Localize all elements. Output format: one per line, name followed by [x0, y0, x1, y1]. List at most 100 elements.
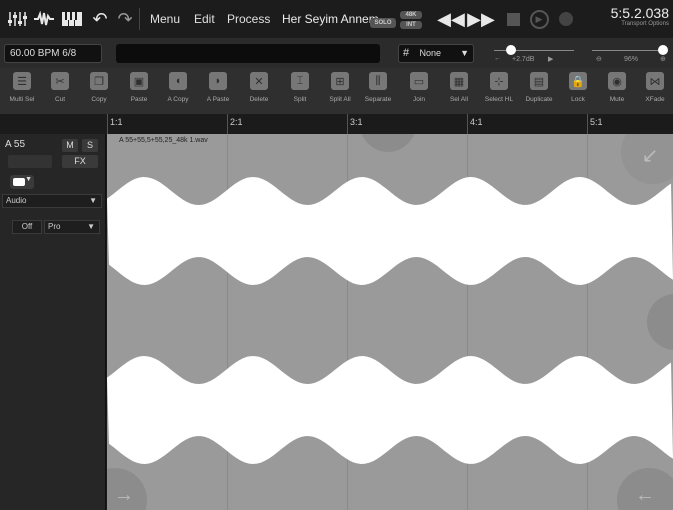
track-name[interactable]: A 55 — [5, 139, 25, 150]
gain-minus-icon[interactable]: ← — [494, 55, 501, 62]
tempo-field[interactable]: 60.00 BPM 6/8 — [4, 44, 102, 63]
audio-waveform[interactable] — [107, 134, 673, 510]
track-type-select[interactable]: Audio ▼ — [2, 194, 102, 208]
a-paste-button[interactable]: ◗ A Paste — [199, 72, 237, 112]
chevron-down-icon: ▼ — [460, 48, 469, 58]
track-header[interactable]: A 55 M S FX ▼ Audio ▼ Off Pro ▼ — [0, 134, 106, 510]
sel-all-button[interactable]: ▦ Sel All — [441, 72, 477, 112]
redo-icon[interactable]: ↷ — [117, 8, 133, 30]
select-hl-icon: ⊹ — [490, 72, 508, 90]
keyboard-icon[interactable] — [60, 8, 84, 30]
duplicate-button[interactable]: ▤ Duplicate — [519, 72, 559, 112]
zoom-in-icon[interactable]: ⊕ — [660, 55, 666, 63]
delete-icon: ✕ — [250, 72, 268, 90]
a-copy-button[interactable]: ◖ A Copy — [160, 72, 196, 112]
automation-off-button[interactable]: Off — [12, 220, 42, 234]
waveform-edit-icon[interactable] — [33, 8, 55, 30]
volume-bar[interactable] — [8, 155, 52, 168]
lock-label: Lock — [571, 96, 585, 103]
clip-label: A 55+55,5+55,25_48k 1.wav — [119, 137, 208, 144]
menu-item-edit[interactable]: Edit — [194, 12, 215, 26]
lock-icon: 🔒 — [569, 72, 587, 90]
waveform-channel — [107, 177, 673, 285]
xfade-button[interactable]: ⋈ XFade — [638, 72, 672, 112]
grid-icon: # — [402, 47, 410, 59]
time-display[interactable]: 5:5.2.038 Transport Options — [611, 5, 669, 27]
zoom-value: 96% — [624, 56, 639, 63]
gain-value: +2.7dB — [512, 56, 535, 63]
ruler-mark-4: 4:1 — [470, 117, 483, 127]
ruler-tick — [467, 114, 468, 134]
input-value: Pro — [48, 222, 61, 231]
copy-icon: ❐ — [90, 72, 108, 90]
color-swatch — [13, 178, 25, 186]
cut-button[interactable]: ✂ Cut — [43, 72, 77, 112]
rewind-icon[interactable]: ◀◀ — [437, 8, 465, 30]
ruler-tick — [587, 114, 588, 134]
undo-icon[interactable]: ↶ — [92, 8, 108, 30]
arrange-area[interactable]: ↙ → ← A 55+55,5+55,25_48k 1.wav — [107, 134, 673, 510]
join-button[interactable]: ▭ Join — [402, 72, 436, 112]
sel-all-icon: ▦ — [450, 72, 468, 90]
gain-slider-knob[interactable] — [506, 45, 516, 55]
solo-badge[interactable]: SOLO — [370, 18, 396, 28]
separate-button[interactable]: ⫼ Separate — [360, 72, 396, 112]
mute-label: Mute — [609, 96, 625, 103]
chevron-down-icon: ▼ — [25, 176, 32, 183]
time-value: 5:5.2.038 — [610, 5, 669, 21]
stop-icon[interactable] — [505, 8, 521, 30]
multi-sel-label: Multi Sel — [9, 96, 35, 103]
fast-forward-icon[interactable]: ▶▶ — [467, 8, 495, 30]
select-hl-label: Select HL — [484, 96, 514, 103]
split-button[interactable]: ⌶ Split — [283, 72, 317, 112]
join-label: Join — [413, 96, 425, 103]
a-copy-icon: ◖ — [169, 72, 187, 90]
zoom-slider-knob[interactable] — [658, 45, 668, 55]
paste-button[interactable]: ▣ Paste — [122, 72, 156, 112]
ruler-mark-5: 5:1 — [590, 117, 603, 127]
gain-plus-icon[interactable]: ▶ — [548, 55, 553, 63]
record-icon[interactable] — [558, 8, 574, 30]
copy-button[interactable]: ❐ Copy — [82, 72, 116, 112]
transport-options-label: Transport Options — [621, 21, 669, 27]
transport-settings-bar: 60.00 BPM 6/8 # None ▼ ← +2.7dB ▶ ⊖ 96% … — [0, 38, 673, 68]
split-icon: ⌶ — [291, 72, 309, 90]
timeline-ruler[interactable]: 1:1 2:1 3:1 4:1 5:1 — [0, 114, 673, 134]
multi-sel-button[interactable]: ☰ Multi Sel — [4, 72, 40, 112]
grid-value: None — [419, 48, 442, 58]
ruler-tick — [107, 114, 108, 134]
zoom-out-icon[interactable]: ⊖ — [596, 55, 602, 63]
multi-sel-icon: ☰ — [13, 72, 31, 90]
solo-button[interactable]: S — [82, 139, 98, 152]
play-icon[interactable]: ▶ — [528, 8, 550, 30]
menu-item-process[interactable]: Process — [227, 12, 270, 26]
chevron-down-icon: ▼ — [89, 196, 97, 205]
delete-button[interactable]: ✕ Delete — [241, 72, 277, 112]
song-title[interactable]: Her Seyim Annem — [282, 12, 379, 26]
mute-button[interactable]: M — [62, 139, 78, 152]
lock-button[interactable]: 🔒 Lock — [561, 72, 595, 112]
copy-label: Copy — [91, 96, 107, 103]
select-hl-button[interactable]: ⊹ Select HL — [479, 72, 519, 112]
mixer-icon[interactable] — [6, 8, 28, 30]
input-select[interactable]: Pro ▼ — [44, 220, 100, 234]
edit-toolbar: ☰ Multi Sel ✂ Cut ❐ Copy ▣ Paste ◖ A Copy ◗ A Paste… — [0, 68, 673, 114]
split-all-button[interactable]: ⊞ Split All — [322, 72, 358, 112]
split-all-label: Split All — [329, 96, 351, 103]
delete-label: Delete — [249, 96, 269, 103]
top-menu-bar: ↶ ↷ Menu Edit Process Her Seyim Annem SO… — [0, 0, 673, 38]
paste-label: Paste — [130, 96, 148, 103]
menu-item-menu[interactable]: Menu — [150, 12, 180, 26]
track-color-button[interactable]: ▼ — [10, 175, 34, 189]
samplerate-badge: 48K — [400, 11, 422, 19]
a-copy-label: A Copy — [167, 96, 189, 103]
zoom-slider-track[interactable] — [592, 50, 666, 51]
sel-all-label: Sel All — [449, 96, 469, 103]
separate-icon: ⫼ — [369, 72, 387, 90]
mute-button[interactable]: ◉ Mute — [600, 72, 634, 112]
position-field[interactable] — [116, 44, 380, 63]
join-icon: ▭ — [410, 72, 428, 90]
grid-select[interactable]: # None ▼ — [398, 44, 474, 63]
duplicate-label: Duplicate — [525, 96, 553, 103]
fx-button[interactable]: FX — [62, 155, 98, 168]
